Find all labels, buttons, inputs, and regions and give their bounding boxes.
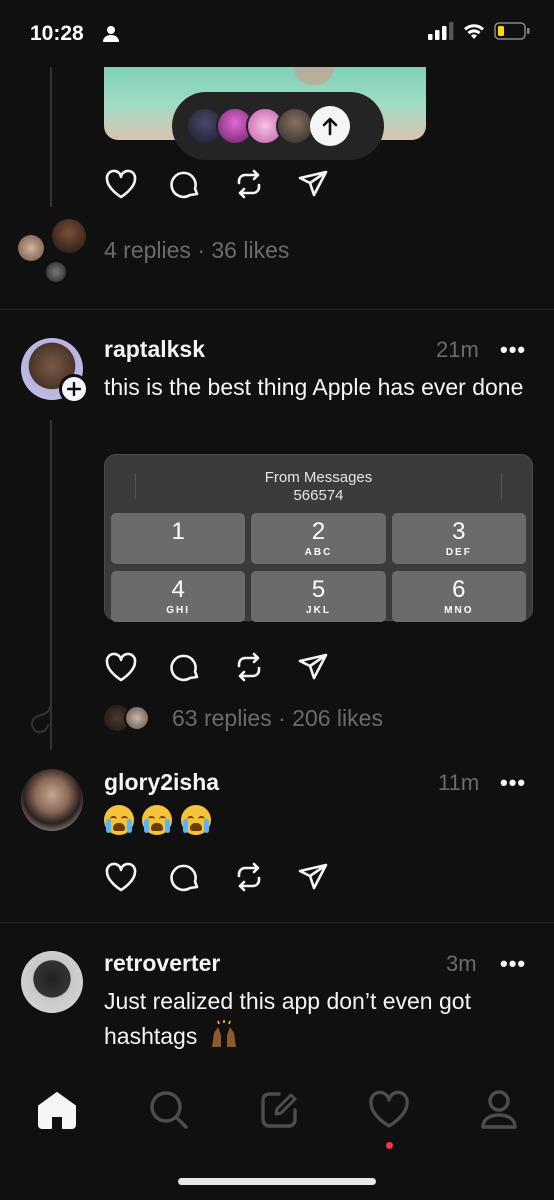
comment-icon — [170, 864, 199, 892]
crying-emoji — [180, 805, 211, 835]
keypad-code: 566574 — [293, 487, 344, 504]
comment-icon — [170, 171, 199, 199]
avatar — [276, 107, 314, 145]
plus-icon — [67, 382, 81, 396]
timestamp: 3m — [446, 951, 477, 976]
repost-icon — [237, 169, 261, 199]
comment-button[interactable] — [168, 167, 202, 201]
thread-line — [50, 420, 52, 750]
repost-icon — [237, 862, 261, 892]
avatar[interactable] — [21, 769, 83, 831]
tab-search[interactable] — [148, 1089, 190, 1136]
post-image[interactable]: From Messages 566574 1 2 ABC 3 DEF 4 GHI 5J… — [104, 454, 533, 622]
crying-emoji — [142, 805, 173, 835]
repost-button[interactable] — [232, 650, 266, 684]
keypad-key: 1 — [111, 513, 246, 564]
divider — [0, 309, 554, 310]
keypad-key: 2 ABC — [251, 513, 386, 564]
heart-icon — [105, 169, 137, 199]
avatar — [46, 262, 66, 282]
tab-bar — [0, 1082, 554, 1149]
compose-icon — [261, 1091, 297, 1128]
keypad-key: 5 JKL — [251, 571, 386, 622]
thread-loop — [30, 705, 51, 733]
tab-compose[interactable] — [259, 1090, 299, 1135]
like-button[interactable] — [104, 650, 138, 684]
post-actions — [104, 860, 330, 894]
like-button[interactable] — [104, 167, 138, 201]
keypad-key: 3 DEF — [391, 513, 526, 564]
home-icon — [37, 1091, 76, 1129]
keypad-key: 4 GHI — [111, 571, 246, 622]
repost-icon — [237, 652, 261, 682]
username[interactable]: retroverter — [104, 950, 220, 977]
raised-hands-emoji — [211, 1020, 236, 1047]
divider — [0, 922, 554, 923]
share-icon — [298, 863, 328, 890]
username[interactable]: glory2isha — [104, 769, 219, 796]
crying-emoji — [104, 805, 134, 835]
tab-profile[interactable] — [479, 1089, 519, 1136]
post-actions — [104, 167, 330, 201]
keypad-header: From Messages — [264, 469, 373, 486]
tab-home[interactable] — [35, 1090, 79, 1135]
timestamp: 11m — [438, 770, 480, 795]
like-button[interactable] — [104, 860, 138, 894]
post-text: Just realized this app don’t even got — [104, 988, 471, 1014]
wifi-icon — [464, 24, 484, 39]
comment-button[interactable] — [168, 860, 202, 894]
post-text — [104, 805, 215, 835]
thread-line — [50, 67, 52, 207]
post-text: hashtags — [104, 1019, 240, 1054]
activity-icon — [369, 1090, 409, 1128]
avatar — [52, 219, 86, 253]
replies-likes[interactable]: 63 replies · 206 likes — [172, 705, 383, 732]
timestamp: 21m — [436, 337, 479, 362]
username[interactable]: raptalksk — [104, 336, 205, 363]
heart-icon — [105, 652, 137, 682]
scroll-to-new-button[interactable] — [310, 106, 350, 146]
post-text: this is the best thing Apple has ever do… — [104, 374, 524, 400]
more-options-button[interactable]: ••• — [500, 770, 526, 796]
notification-dot — [386, 1141, 394, 1149]
repost-button[interactable] — [232, 167, 266, 201]
share-button[interactable] — [296, 860, 330, 894]
new-posts-pill[interactable] — [172, 92, 384, 160]
keypad-key: 6 MNO — [391, 571, 526, 622]
avatar — [18, 235, 44, 261]
follow-button[interactable] — [59, 374, 89, 404]
arrow-up-icon — [322, 117, 338, 136]
search-icon — [150, 1090, 188, 1129]
post-actions — [104, 650, 330, 684]
share-button[interactable] — [296, 167, 330, 201]
share-icon — [298, 170, 328, 197]
battery-icon — [494, 22, 530, 40]
avatar — [124, 705, 150, 731]
heart-icon — [105, 862, 137, 892]
home-indicator — [178, 1178, 376, 1185]
more-options-button[interactable]: ••• — [500, 337, 526, 363]
person-icon — [102, 25, 120, 48]
status-indicators — [428, 22, 530, 40]
repost-button[interactable] — [232, 860, 266, 894]
signal-icon — [428, 22, 454, 40]
tab-activity[interactable] — [368, 1090, 410, 1149]
more-options-button[interactable]: ••• — [500, 951, 526, 977]
comment-icon — [170, 654, 199, 682]
share-icon — [298, 653, 328, 680]
share-button[interactable] — [296, 650, 330, 684]
status-time: 10:28 — [30, 22, 84, 45]
profile-icon — [481, 1089, 518, 1129]
replies-likes[interactable]: 4 replies · 36 likes — [104, 237, 289, 264]
comment-button[interactable] — [168, 650, 202, 684]
avatar[interactable] — [21, 951, 83, 1013]
